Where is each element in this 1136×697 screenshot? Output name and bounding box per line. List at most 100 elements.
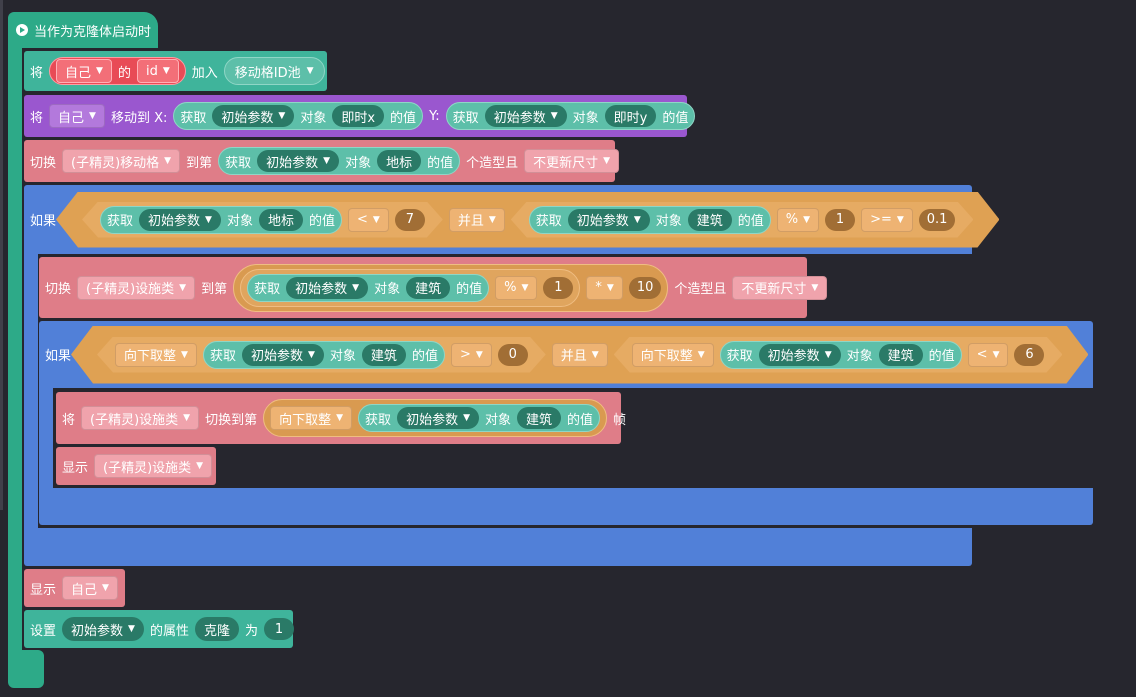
operator-dropdown[interactable]: % ▼ [495,275,538,300]
and-condition[interactable]: 获取 初始参数 ▼ 对象 地标 的值 < ▼ 7 并且 ▼ 获取 初始参数 ▼ 对象 [56,192,999,248]
triangle-down-icon: ▼ [183,413,191,423]
label-show: 显示 [30,582,57,598]
event-hat-block[interactable]: 当作为克隆体启动时 [8,12,158,48]
if-block-outer[interactable]: 如果 获取 初始参数 ▼ 对象 地标 的值 < ▼ 7 并且 ▼ 获取 初始参数… [24,185,972,254]
floor-reporter[interactable]: 向下取整 ▼ 获取 初始参数 ▼ 对象 建筑 的值 [263,399,608,437]
label-val: 的值 [737,214,764,229]
label-get: 获取 [225,155,252,171]
floor-dropdown[interactable]: 向下取整 ▼ [270,406,353,430]
show-block[interactable]: 显示 (子精灵)设施类 ▼ [56,447,216,485]
key-field[interactable]: 建筑 [517,407,562,429]
operator-label: > [459,347,471,362]
label-set: 设置 [30,623,57,639]
params-dropdown[interactable]: 初始参数 ▼ [212,105,295,127]
triangle-down-icon: ▼ [992,349,1000,360]
label-val: 的值 [309,214,336,229]
get-value-reporter[interactable]: 获取 初始参数 ▼ 对象 建筑 的值 [358,404,601,432]
params-dropdown[interactable]: 初始参数 ▼ [286,276,369,299]
sprite-dropdown[interactable]: (子精灵)设施类 ▼ [77,275,196,300]
get-value-reporter[interactable]: 获取 初始参数 ▼ 对象 地标 的值 [100,206,342,234]
resize-dropdown[interactable]: 不更新尺寸 ▼ [732,275,828,300]
params-dropdown[interactable]: 初始参数 ▼ [139,209,221,231]
get-value-reporter[interactable]: 获取 初始参数 ▼ 对象 建筑 的值 [247,273,490,302]
lt-condition[interactable]: 向下取整 ▼ 获取 初始参数 ▼ 对象 建筑 的值 < ▼ 6 [614,337,1063,373]
sprite-dropdown[interactable]: (子精灵)移动格 ▼ [62,149,181,173]
params-dropdown[interactable]: 初始参数 ▼ [484,105,567,127]
and-dropdown[interactable]: 并且 ▼ [552,343,608,367]
number-input[interactable]: 1 [825,209,855,231]
mod-reporter[interactable]: 获取 初始参数 ▼ 对象 建筑 的值 % ▼ 1 [240,268,581,307]
add-to-list-block[interactable]: 将 自己 ▼ 的 id ▼ 加入 移动格ID池 ▼ [24,51,327,91]
get-value-reporter[interactable]: 获取 初始参数 ▼ 对象 建筑 的值 [529,206,771,234]
value-input[interactable]: 1 [264,618,294,640]
number-input[interactable]: 6 [1014,344,1044,366]
property-dropdown[interactable]: id ▼ [136,59,179,83]
label-prop: 的属性 [149,623,189,639]
number-input[interactable]: 1 [543,276,574,299]
get-value-reporter[interactable]: 获取 初始参数 ▼ 对象 建筑 的值 [720,341,962,369]
and-dropdown[interactable]: 并且 ▼ [449,208,505,232]
get-value-reporter[interactable]: 获取 初始参数 ▼ 对象 地标 的值 [218,147,461,175]
sprite-label: (子精灵)设施类 [90,412,179,428]
get-x-reporter[interactable]: 获取 初始参数 ▼ 对象 即时x 的值 [173,102,424,130]
operator-dropdown[interactable]: > ▼ [451,343,492,367]
key-field[interactable]: 地标 [377,150,422,172]
move-to-block[interactable]: 将 自己 ▼ 移动到 X: 获取 初始参数 ▼ 对象 即时x 的值 Y: 获取 初始… [24,95,696,137]
key-field[interactable]: 建筑 [362,344,406,366]
sprite-dropdown[interactable]: (子精灵)设施类 ▼ [94,454,213,478]
key-field[interactable]: 地标 [259,209,303,231]
floor-dropdown[interactable]: 向下取整 ▼ [632,343,714,367]
set-property-block[interactable]: 设置 初始参数 ▼ 的属性 克隆 为 1 [24,610,294,648]
key-label: 即时y [613,110,648,126]
switch-costume-block[interactable]: 切换 (子精灵)设施类 ▼ 到第 获取 初始参数 ▼ 对象 建筑 的值 % ▼ 1 *… [39,257,828,318]
params-dropdown[interactable]: 初始参数 ▼ [759,344,841,366]
key-field[interactable]: 克隆 [194,617,239,641]
switch-frame-block[interactable]: 将 (子精灵)设施类 ▼ 切换到第 向下取整 ▼ 获取 初始参数 ▼ 对象 建筑 的值… [56,392,626,444]
operator-dropdown[interactable]: * ▼ [586,275,623,300]
params-dropdown[interactable]: 初始参数 ▼ [397,407,479,429]
label-obj: 对象 [345,155,372,171]
sprite-dropdown[interactable]: 自己 ▼ [49,104,105,128]
key-label: 建筑 [526,412,553,428]
params-label: 初始参数 [221,110,274,126]
key-field[interactable]: 建筑 [688,209,732,231]
lt-condition[interactable]: 获取 初始参数 ▼ 对象 地标 的值 < ▼ 7 [82,202,443,238]
params-dropdown[interactable]: 初始参数 ▼ [568,209,650,231]
floor-dropdown[interactable]: 向下取整 ▼ [115,343,197,367]
sprite-dropdown[interactable]: (子精灵)设施类 ▼ [81,406,200,430]
switch-costume-block[interactable]: 切换 (子精灵)移动格 ▼ 到第 获取 初始参数 ▼ 对象 地标 的值 个造型且 不… [24,140,620,182]
params-dropdown[interactable]: 初始参数 ▼ [62,617,144,641]
if-block-inner[interactable]: 如果 向下取整▼ 获取 初始参数▼ 对象 建筑 的值 >▼ 0 并且▼ [39,321,1093,388]
triangle-down-icon: ▼ [306,66,314,76]
operator-dropdown[interactable]: % ▼ [777,208,819,232]
sprite-dropdown[interactable]: 自己 ▼ [62,576,118,600]
number-input[interactable]: 0 [498,344,528,366]
get-y-reporter[interactable]: 获取 初始参数 ▼ 对象 即时y 的值 [445,102,696,130]
params-dropdown[interactable]: 初始参数 ▼ [257,150,340,172]
multiply-reporter[interactable]: 获取 初始参数 ▼ 对象 建筑 的值 % ▼ 1 * ▼ 10 [233,263,669,312]
get-value-reporter[interactable]: 获取 初始参数 ▼ 对象 建筑 的值 [203,341,445,369]
show-block[interactable]: 显示 自己 ▼ [24,569,125,607]
list-dropdown[interactable]: 移动格ID池 ▼ [223,57,325,85]
key-field[interactable]: 即时x [332,105,385,127]
operator-label: < [357,212,368,227]
play-circle-icon [16,24,28,36]
params-dropdown[interactable]: 初始参数 ▼ [242,344,324,366]
self-dropdown[interactable]: 自己 ▼ [56,59,112,83]
operator-dropdown[interactable]: < ▼ [348,208,389,232]
key-field[interactable]: 建筑 [879,344,923,366]
number-input[interactable]: 0.1 [919,209,956,231]
key-field[interactable]: 即时y [604,105,657,127]
key-field[interactable]: 建筑 [406,276,451,299]
gt-condition[interactable]: 向下取整 ▼ 获取 初始参数 ▼ 对象 建筑 的值 > ▼ 0 [97,337,546,373]
triangle-down-icon: ▼ [824,349,832,360]
resize-dropdown[interactable]: 不更新尺寸 ▼ [524,149,620,173]
operator-dropdown[interactable]: >= ▼ [861,208,913,232]
operator-dropdown[interactable]: < ▼ [968,343,1009,367]
property-of-reporter[interactable]: 自己 ▼ 的 id ▼ [49,57,186,85]
number-input[interactable]: 10 [628,276,662,299]
and-condition[interactable]: 向下取整 ▼ 获取 初始参数 ▼ 对象 建筑 的值 > ▼ 0 并且 ▼ 向下取整 ▼ [71,326,1088,384]
number-input[interactable]: 7 [395,209,425,231]
ge-condition[interactable]: 获取 初始参数 ▼ 对象 建筑 的值 % ▼ 1 >= ▼ 0.1 [511,202,974,238]
label-y: Y: [429,108,440,124]
